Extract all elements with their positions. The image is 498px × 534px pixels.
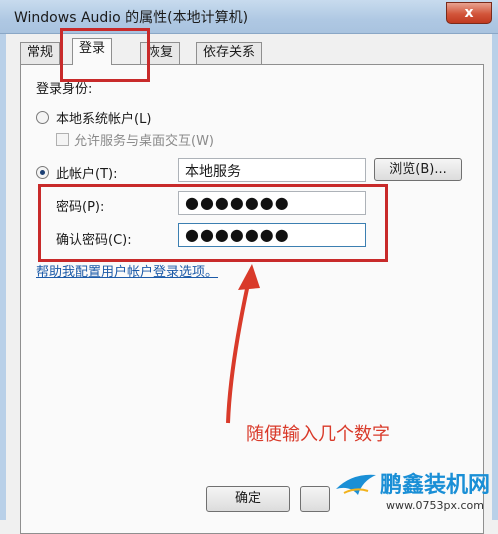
allow-desktop-label: 允许服务与桌面交互(W) xyxy=(74,134,214,149)
confirm-password-value: ●●●●●●● xyxy=(185,225,290,244)
tab-general[interactable]: 常规 xyxy=(20,42,61,64)
arrow-head xyxy=(238,264,260,290)
confirm-password-label: 确认密码(C): xyxy=(56,233,132,248)
local-system-label: 本地系统帐户(L) xyxy=(56,112,152,127)
window-title: Windows Audio 的属性(本地计算机) xyxy=(14,10,249,26)
bird-logo-icon xyxy=(335,474,376,495)
allow-desktop-checkbox[interactable] xyxy=(56,133,69,146)
dialog-left-edge xyxy=(0,34,6,520)
ok-label: 确定 xyxy=(234,491,261,506)
dialog-right-edge xyxy=(492,34,498,520)
watermark-name: 鹏鑫装机网 xyxy=(379,473,490,498)
annotation-text: 随便输入几个数字 xyxy=(246,424,390,445)
tab-general-label: 常规 xyxy=(27,45,54,60)
account-input[interactable]: 本地服务 xyxy=(178,158,366,182)
cancel-button-partial[interactable] xyxy=(300,486,330,512)
ok-button[interactable]: 确定 xyxy=(206,486,290,512)
password-input[interactable]: ●●●●●●● xyxy=(178,191,366,215)
account-value: 本地服务 xyxy=(185,164,241,180)
tab-dependencies[interactable]: 依存关系 xyxy=(196,42,263,64)
confirm-password-input[interactable]: ●●●●●●● xyxy=(178,223,366,247)
tab-recovery-label: 恢复 xyxy=(147,45,174,60)
close-button[interactable]: x xyxy=(446,2,492,24)
local-system-radio[interactable] xyxy=(36,111,49,124)
password-label: 密码(P): xyxy=(56,200,105,215)
tab-highlight-box xyxy=(60,28,150,82)
browse-button[interactable]: 浏览(B)... xyxy=(374,158,462,181)
browse-label: 浏览(B)... xyxy=(389,162,447,177)
watermark: 鹏鑫装机网 www.0753px.com xyxy=(335,467,490,512)
annotation-arrow xyxy=(226,264,260,424)
help-link[interactable]: 帮助我配置用户帐户登录选项。 xyxy=(36,261,218,280)
close-icon: x xyxy=(464,5,474,21)
tab-dependencies-label: 依存关系 xyxy=(203,45,256,60)
arrow-shaft xyxy=(226,283,250,424)
watermark-url: www.0753px.com xyxy=(386,499,484,512)
password-value: ●●●●●●● xyxy=(185,193,290,212)
this-account-label: 此帐户(T): xyxy=(56,167,118,182)
this-account-radio[interactable] xyxy=(36,166,49,179)
